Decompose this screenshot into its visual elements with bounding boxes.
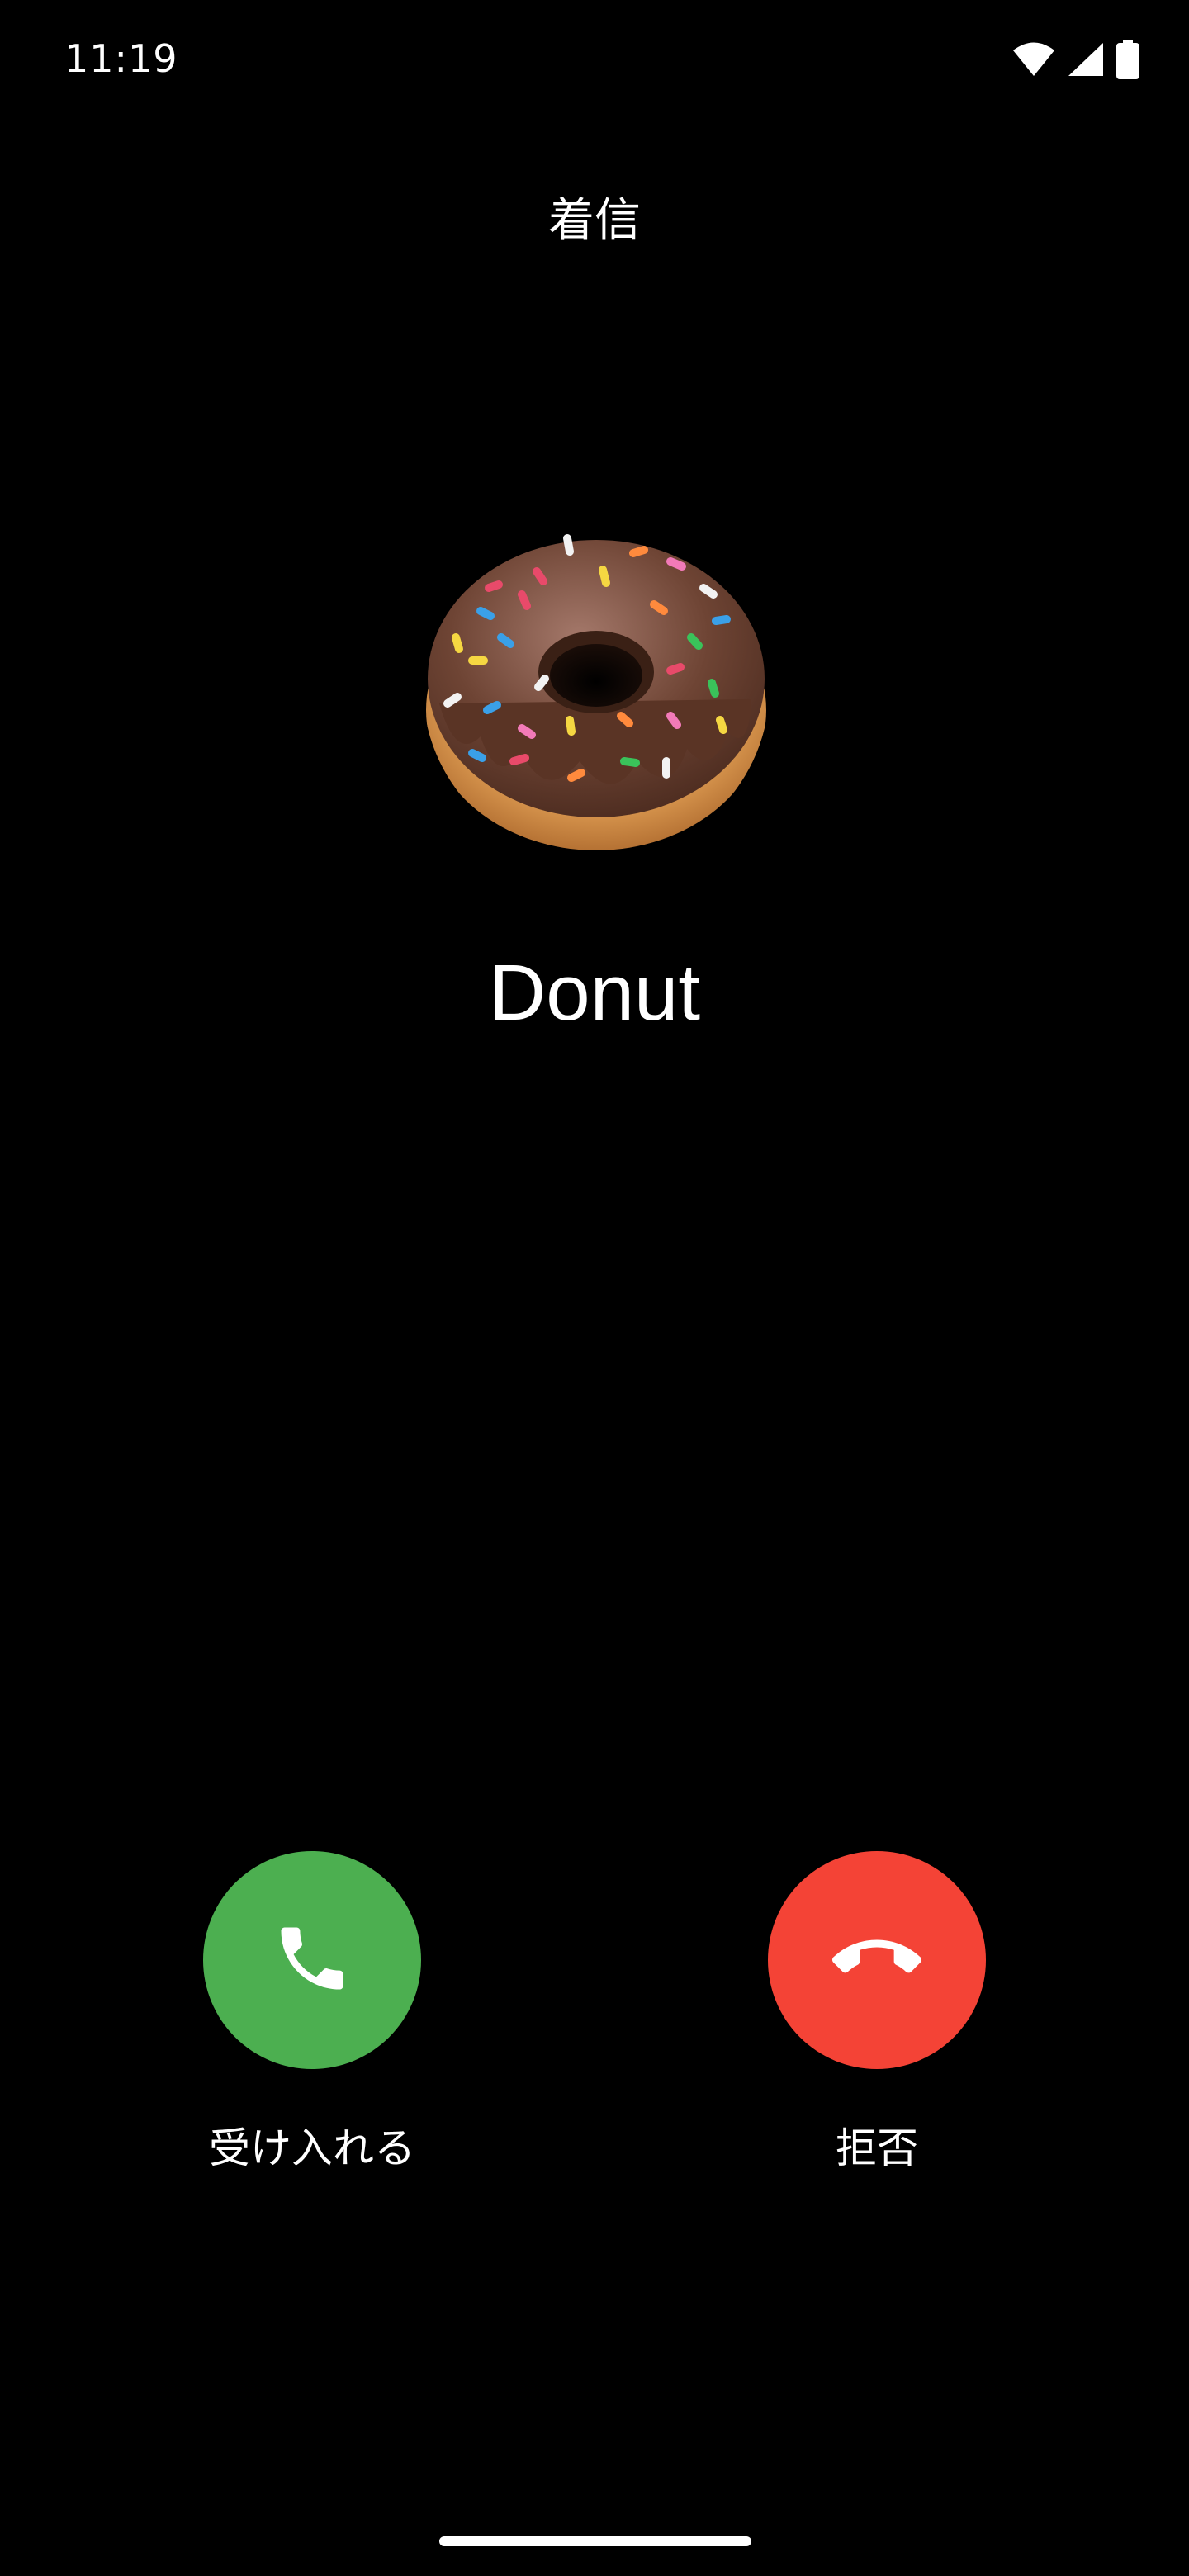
wifi-icon bbox=[1012, 41, 1055, 78]
cellular-signal-icon bbox=[1067, 41, 1105, 78]
decline-call-button[interactable] bbox=[768, 1851, 986, 2069]
donut-avatar bbox=[423, 514, 770, 860]
phone-icon bbox=[271, 1917, 353, 2003]
status-bar: 11:19 bbox=[0, 0, 1189, 124]
hang-up-icon bbox=[832, 1914, 921, 2006]
accept-call-button[interactable] bbox=[203, 1851, 421, 2069]
decline-call-label: 拒否 bbox=[836, 2124, 918, 2172]
home-indicator[interactable] bbox=[439, 2536, 751, 2546]
battery-icon bbox=[1116, 40, 1139, 79]
caller-name: Donut bbox=[488, 949, 701, 1037]
accept-call-label: 受け入れる bbox=[209, 2124, 415, 2172]
accept-call-control: 受け入れる bbox=[203, 1851, 421, 2172]
call-status-title: 着信 bbox=[548, 194, 641, 248]
status-time: 11:19 bbox=[64, 36, 178, 81]
decline-call-control: 拒否 bbox=[768, 1851, 986, 2172]
status-icons bbox=[1012, 36, 1139, 83]
